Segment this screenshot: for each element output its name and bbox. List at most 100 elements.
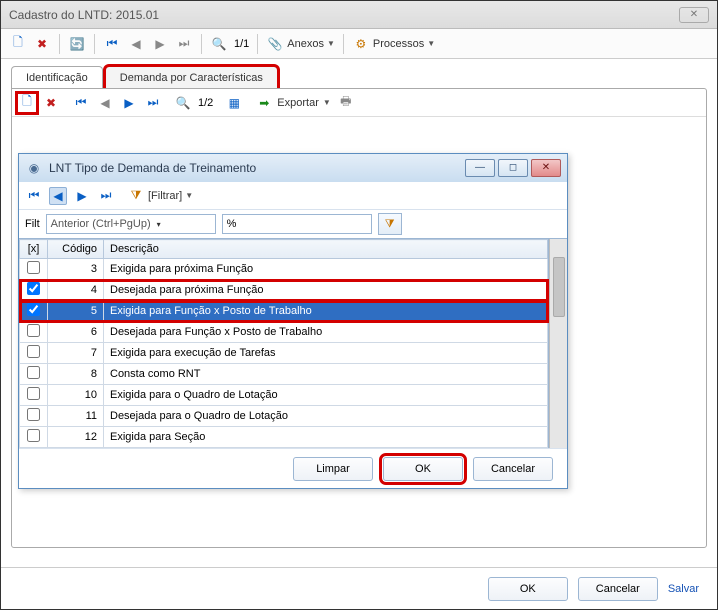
row-checkbox-cell[interactable]	[20, 385, 48, 406]
dialog-grid-wrap: [x] Código Descrição 3Exigida para próxi…	[19, 238, 567, 448]
filter-text-input[interactable]: %	[222, 214, 372, 234]
grid-vertical-scrollbar[interactable]	[549, 239, 567, 448]
row-checkbox[interactable]	[27, 387, 40, 400]
main-ok-button[interactable]: OK	[488, 577, 568, 601]
row-checkbox-cell[interactable]	[20, 280, 48, 301]
new-icon[interactable]: 🗋	[9, 35, 27, 53]
main-footer: OK Cancelar Salvar	[1, 567, 717, 609]
tab-demanda-label: Demanda por Características	[120, 72, 263, 84]
cancelar-button[interactable]: Cancelar	[473, 457, 553, 481]
apply-filter-button[interactable]: ⧩	[378, 213, 402, 235]
dialog-nav-last-icon[interactable]: ⏭	[97, 187, 115, 205]
sub-nav-next-icon[interactable]: ▶	[120, 94, 138, 112]
row-codigo: 4	[48, 280, 104, 301]
dialog-close-button[interactable]: ✕	[531, 159, 561, 177]
row-descricao: Exigida para execução de Tarefas	[104, 343, 548, 364]
row-codigo: 3	[48, 259, 104, 280]
dialog-nav-first-icon[interactable]: ⏮	[25, 187, 43, 205]
page-indicator: 1/1	[234, 38, 249, 50]
sub-new-icon[interactable]: 🗋	[18, 94, 36, 112]
sub-nav-prev-icon[interactable]: ◀	[96, 94, 114, 112]
row-checkbox[interactable]	[27, 366, 40, 379]
processos-label: Processos	[373, 38, 424, 50]
table-row[interactable]: 5Exigida para Função x Posto de Trabalho	[20, 301, 548, 322]
binoculars-icon[interactable]: 🔍	[210, 35, 228, 53]
processos-dropdown[interactable]: ⚙ Processos ▼	[352, 35, 435, 53]
dialog-nav-bar: ⏮ ◀ ▶ ⏭ ⧩ [Filtrar] ▼	[19, 182, 567, 210]
table-row[interactable]: 11Desejada para o Quadro de Lotação	[20, 406, 548, 427]
main-toolbar: 🗋 ✖ 🔄 ⏮ ◀ ▶ ⏭ 🔍 1/1 📎 Anexos ▼ ⚙ Process…	[1, 29, 717, 59]
nav-next-icon[interactable]: ▶	[151, 35, 169, 53]
row-codigo: 11	[48, 406, 104, 427]
row-codigo: 6	[48, 322, 104, 343]
sub-delete-icon[interactable]: ✖	[42, 94, 60, 112]
tab-identificacao[interactable]: Identificação	[11, 66, 103, 89]
row-checkbox[interactable]	[27, 303, 40, 316]
row-checkbox[interactable]	[27, 282, 40, 295]
dialog-minimize-button[interactable]: —	[465, 159, 495, 177]
nav-prev-icon[interactable]: ◀	[127, 35, 145, 53]
filtrar-label: [Filtrar]	[148, 190, 182, 202]
row-checkbox-cell[interactable]	[20, 259, 48, 280]
filter-field-combo[interactable]: Anterior (Ctrl+PgUp) ▾	[46, 214, 216, 234]
row-descricao: Desejada para Função x Posto de Trabalho	[104, 322, 548, 343]
row-checkbox[interactable]	[27, 261, 40, 274]
window-titlebar: Cadastro do LNTD: 2015.01 ✕	[1, 1, 717, 29]
table-row[interactable]: 3Exigida para próxima Função	[20, 259, 548, 280]
delete-icon[interactable]: ✖	[33, 35, 51, 53]
main-cancelar-button[interactable]: Cancelar	[578, 577, 658, 601]
ok-button[interactable]: OK	[383, 457, 463, 481]
exportar-label: Exportar	[277, 97, 319, 109]
row-checkbox-cell[interactable]	[20, 364, 48, 385]
dialog-maximize-button[interactable]: ◻	[498, 159, 528, 177]
tab-strip: Identificação Demanda por Característica…	[11, 65, 707, 88]
export-icon: ➡	[255, 94, 273, 112]
dialog-data-grid[interactable]: [x] Código Descrição 3Exigida para próxi…	[19, 239, 549, 448]
row-checkbox[interactable]	[27, 324, 40, 337]
dialog-filtrar-dropdown[interactable]: ⧩ [Filtrar] ▼	[127, 187, 193, 205]
main-salvar-link[interactable]: Salvar	[668, 577, 699, 601]
row-checkbox-cell[interactable]	[20, 301, 48, 322]
tab-identificacao-label: Identificação	[26, 72, 88, 84]
table-row[interactable]: 10Exigida para o Quadro de Lotação	[20, 385, 548, 406]
chevron-down-icon: ▼	[327, 39, 335, 48]
tab-demanda-caracteristicas[interactable]: Demanda por Características	[105, 66, 278, 89]
row-descricao: Consta como RNT	[104, 364, 548, 385]
sub-nav-last-icon[interactable]: ⏭	[144, 94, 162, 112]
sub-nav-first-icon[interactable]: ⏮	[72, 94, 90, 112]
window-title: Cadastro do LNTD: 2015.01	[9, 8, 159, 22]
limpar-button[interactable]: Limpar	[293, 457, 373, 481]
col-header-x[interactable]: [x]	[20, 240, 48, 259]
chevron-down-icon: ▼	[323, 98, 331, 107]
table-row[interactable]: 8Consta como RNT	[20, 364, 548, 385]
dialog-filter-row: Filt Anterior (Ctrl+PgUp) ▾ % ⧩	[19, 210, 567, 238]
row-checkbox-cell[interactable]	[20, 406, 48, 427]
table-row[interactable]: 7Exigida para execução de Tarefas	[20, 343, 548, 364]
row-checkbox-cell[interactable]	[20, 322, 48, 343]
row-descricao: Exigida para Seção	[104, 427, 548, 448]
printer-icon[interactable]: 🖶	[337, 94, 355, 112]
row-descricao: Exigida para o Quadro de Lotação	[104, 385, 548, 406]
table-row[interactable]: 4Desejada para próxima Função	[20, 280, 548, 301]
dialog-nav-next-icon[interactable]: ▶	[73, 187, 91, 205]
row-checkbox[interactable]	[27, 429, 40, 442]
nav-first-icon[interactable]: ⏮	[103, 35, 121, 53]
row-checkbox-cell[interactable]	[20, 427, 48, 448]
table-row[interactable]: 6Desejada para Função x Posto de Trabalh…	[20, 322, 548, 343]
dialog-nav-prev-icon[interactable]: ◀	[49, 187, 67, 205]
nav-last-icon[interactable]: ⏭	[175, 35, 193, 53]
col-header-codigo[interactable]: Código	[48, 240, 104, 259]
table-row[interactable]: 12Exigida para Seção	[20, 427, 548, 448]
row-checkbox[interactable]	[27, 408, 40, 421]
row-checkbox-cell[interactable]	[20, 343, 48, 364]
refresh-icon[interactable]: 🔄	[68, 35, 86, 53]
dialog-titlebar[interactable]: ◉ LNT Tipo de Demanda de Treinamento — ◻…	[19, 154, 567, 182]
grid-icon[interactable]: ▦	[225, 94, 243, 112]
col-header-descricao[interactable]: Descrição	[104, 240, 548, 259]
anexos-dropdown[interactable]: 📎 Anexos ▼	[266, 35, 335, 53]
exportar-dropdown[interactable]: ➡ Exportar ▼	[255, 94, 331, 112]
window-close-button[interactable]: ✕	[679, 7, 709, 23]
sub-binoculars-icon[interactable]: 🔍	[174, 94, 192, 112]
scrollbar-thumb[interactable]	[553, 257, 565, 317]
row-checkbox[interactable]	[27, 345, 40, 358]
